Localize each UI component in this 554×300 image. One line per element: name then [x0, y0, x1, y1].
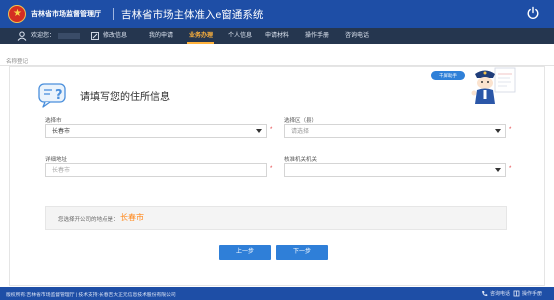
- change-info-link[interactable]: 修改信息: [103, 28, 127, 44]
- address-input-placeholder: 长春市: [52, 168, 71, 174]
- title-divider: [113, 8, 114, 20]
- city-label: 选择市: [45, 118, 62, 124]
- user-icon: [17, 31, 27, 41]
- selected-location-box: 您选择开公司的地点是： 长春市: [45, 206, 507, 230]
- question-chat-icon: ?: [38, 83, 66, 108]
- logout-power-icon[interactable]: [526, 6, 540, 20]
- address-input[interactable]: 长春市: [45, 163, 267, 177]
- address-label: 详细地址: [45, 157, 68, 163]
- nav-manual[interactable]: 操作手册: [305, 28, 329, 44]
- selected-location-label: 您选择开公司的地点是：: [58, 217, 119, 223]
- top-header: ★ 吉林省市场监督管理厅 吉林省市场主体准入e窗通系统: [0, 0, 554, 28]
- svg-text:?: ?: [55, 88, 63, 103]
- username-masked: [58, 33, 80, 39]
- chevron-down-icon: [256, 129, 262, 133]
- main-navbar: 欢迎您： 修改信息 我的申请 业务办理 个人信息 申请材料 操作手册 咨询电话: [0, 28, 554, 44]
- next-step-button[interactable]: 下一步: [276, 245, 328, 260]
- system-title: 吉林省市场主体准入e窗通系统: [121, 9, 264, 21]
- welcome-text: 欢迎您：: [31, 33, 56, 39]
- footer-manual[interactable]: 操作手册: [522, 290, 542, 297]
- active-tab-indicator: [187, 42, 214, 44]
- footer: 版权所有:吉林省市场监督管理厅 | 技术支持:长春吉大正元信息技术股份有限公司 …: [0, 287, 554, 300]
- form-heading: 请填写您的住所信息: [80, 92, 170, 103]
- breadcrumb: 名称登记: [6, 59, 29, 65]
- nav-materials[interactable]: 申请材料: [265, 28, 289, 44]
- required-mark: *: [509, 127, 512, 133]
- nav-hotline[interactable]: 咨询电话: [345, 28, 369, 44]
- city-select-value: 长春市: [52, 129, 71, 135]
- city-select[interactable]: 长春市: [45, 124, 267, 138]
- agency-name: 吉林省市场监督管理厅: [31, 11, 101, 18]
- police-mascot-icon: [471, 67, 516, 104]
- authority-label: 核准机关机关: [284, 157, 318, 163]
- district-select[interactable]: 请选择: [284, 124, 506, 138]
- selected-location-value: 长春市: [120, 213, 144, 222]
- nav-my-applications[interactable]: 我的申请: [149, 28, 173, 44]
- district-label: 选择区（县）: [284, 118, 318, 124]
- chevron-down-icon: [495, 168, 501, 172]
- edit-icon: [91, 32, 99, 40]
- district-select-placeholder: 请选择: [291, 129, 310, 135]
- footer-copyright: 版权所有:吉林省市场监督管理厅 | 技术支持:长春吉大正元信息技术股份有限公司: [6, 293, 176, 298]
- national-emblem-icon: ★: [8, 5, 26, 23]
- footer-hotline[interactable]: 咨询电话: [490, 290, 510, 297]
- phone-icon: [482, 291, 488, 297]
- authority-select[interactable]: [284, 163, 506, 177]
- prev-step-button[interactable]: 上一步: [219, 245, 271, 260]
- chevron-down-icon: [495, 129, 501, 133]
- nav-personal-info[interactable]: 个人信息: [228, 28, 252, 44]
- required-mark: *: [270, 166, 273, 172]
- required-mark: *: [270, 127, 273, 133]
- manual-book-icon: [513, 290, 520, 297]
- required-mark: *: [509, 166, 512, 172]
